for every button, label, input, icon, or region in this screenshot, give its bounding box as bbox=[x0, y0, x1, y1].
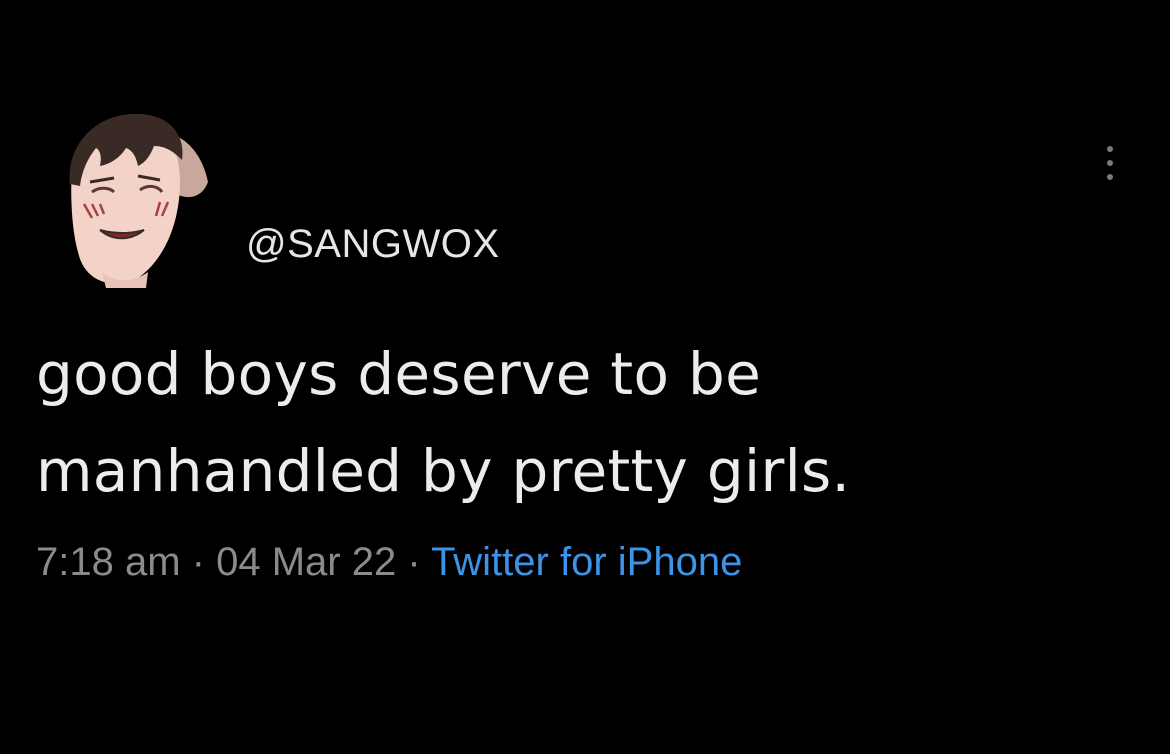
tweet-time: 7:18 am bbox=[36, 540, 181, 584]
more-vertical-icon[interactable] bbox=[1098, 140, 1122, 186]
tweet-text-line: good boys deserve to be bbox=[36, 340, 762, 408]
dot bbox=[1107, 146, 1113, 152]
tweet-source-link[interactable]: Twitter for iPhone bbox=[431, 540, 742, 584]
tweet-meta: 7:18 am · 04 Mar 22 · Twitter for iPhone bbox=[36, 536, 742, 588]
dot bbox=[1107, 160, 1113, 166]
dot bbox=[1107, 174, 1113, 180]
tweet-date: 04 Mar 22 bbox=[216, 540, 397, 584]
separator: · bbox=[191, 540, 205, 584]
avatar[interactable] bbox=[62, 112, 212, 288]
tweet-text: good boys deserve to be manhandled by pr… bbox=[36, 326, 1116, 520]
tweet-card: @SANGWOX good boys deserve to be manhand… bbox=[0, 0, 1170, 754]
tweet-text-line: manhandled by pretty girls. bbox=[36, 437, 851, 505]
separator: · bbox=[407, 540, 421, 584]
user-handle[interactable]: @SANGWOX bbox=[246, 220, 500, 268]
